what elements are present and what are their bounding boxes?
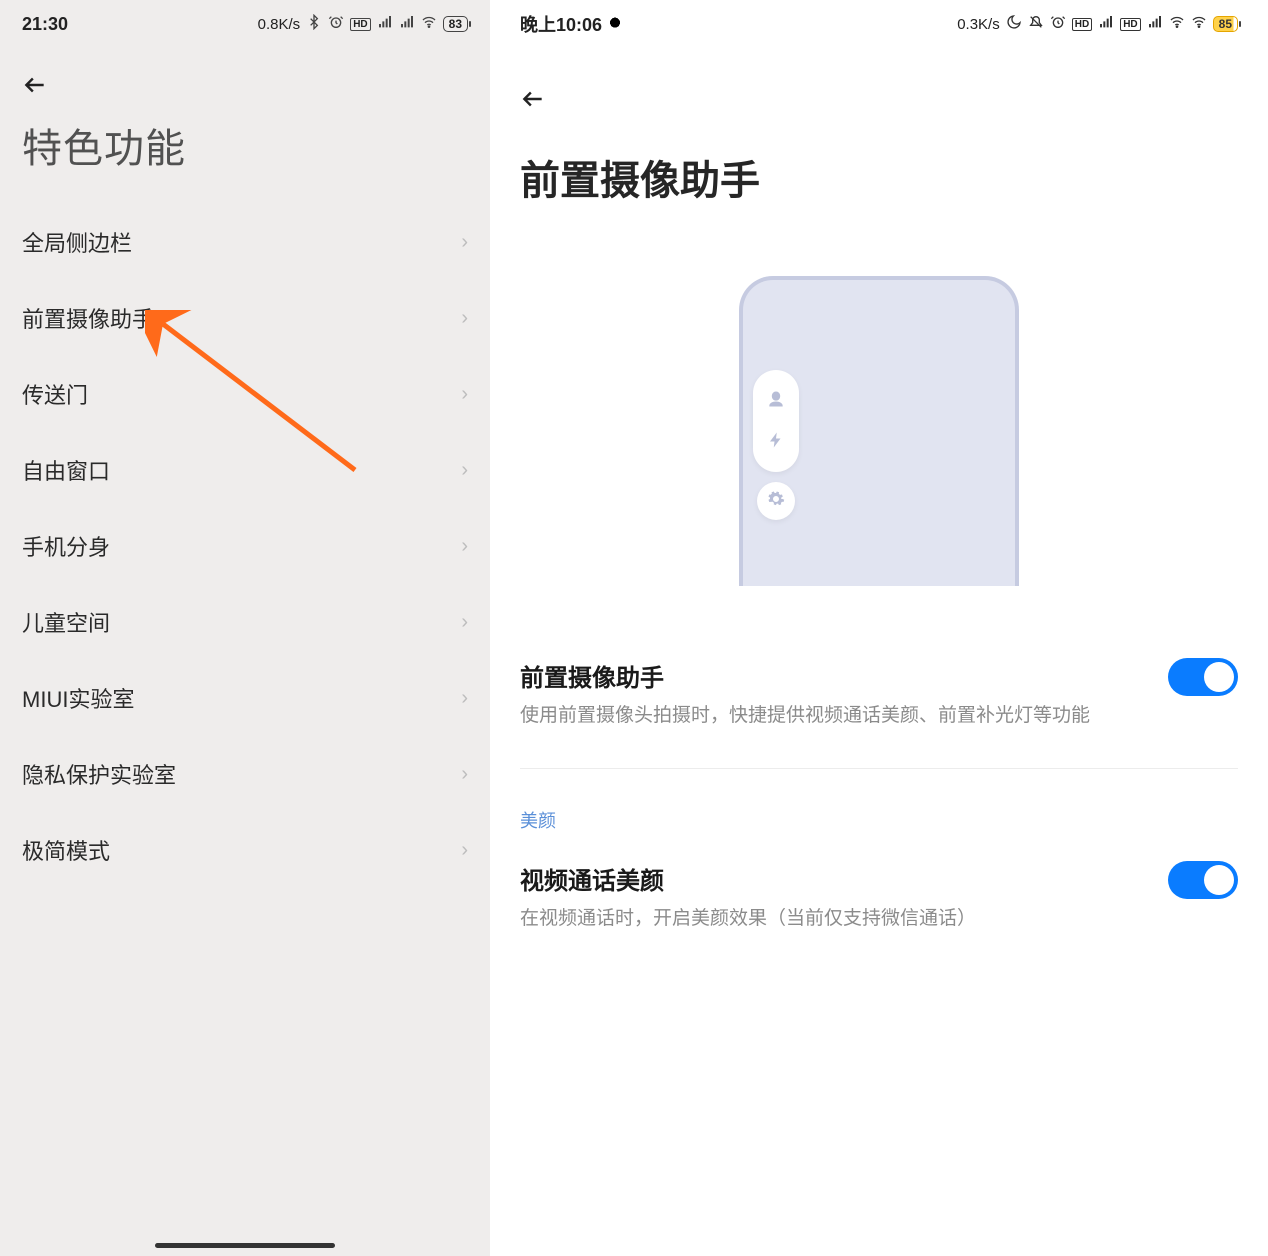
wifi-icon	[1169, 14, 1185, 34]
bluetooth-icon	[306, 14, 322, 34]
gear-icon	[767, 490, 785, 513]
status-net-speed: 0.3K/s	[957, 16, 1000, 33]
list-item-label: 全局侧边栏	[22, 226, 132, 258]
chevron-right-icon: ›	[461, 763, 468, 786]
chevron-right-icon: ›	[461, 307, 468, 330]
list-item-free-window[interactable]: 自由窗口 ›	[22, 432, 468, 508]
screenshot-right: 晚上10:06 0.3K/s HD HD	[490, 0, 1268, 1256]
toggle-description: 在视频通话时，开启美颜效果（当前仅支持微信通话）	[520, 904, 976, 933]
settings-list: 全局侧边栏 › 前置摄像助手 › 传送门 › 自由窗口 › 手机分身 › 儿童空…	[0, 204, 490, 888]
chevron-right-icon: ›	[461, 611, 468, 634]
section-label-beauty: 美颜	[490, 781, 1268, 839]
divider	[520, 768, 1238, 769]
status-net-speed: 0.8K/s	[258, 16, 301, 33]
chevron-right-icon: ›	[461, 687, 468, 710]
hd-icon: HD	[1072, 18, 1092, 31]
signal-icon	[1098, 14, 1114, 34]
status-time: 21:30	[22, 14, 68, 35]
list-item-portal[interactable]: 传送门 ›	[22, 356, 468, 432]
list-item-label: 手机分身	[22, 530, 110, 562]
toggle-title: 前置摄像助手	[520, 658, 1090, 693]
face-icon	[766, 389, 786, 414]
phone-illustration	[490, 236, 1268, 636]
page-title: 前置摄像助手	[490, 124, 1268, 236]
signal-icon-2	[399, 14, 415, 34]
toggle-front-camera-assistant: 前置摄像助手 使用前置摄像头拍摄时，快捷提供视频通话美颜、前置补光灯等功能	[520, 636, 1238, 756]
chevron-right-icon: ›	[461, 839, 468, 862]
list-item-label: 极简模式	[22, 834, 110, 866]
chevron-right-icon: ›	[461, 383, 468, 406]
list-item-label: 儿童空间	[22, 606, 110, 638]
status-bar: 晚上10:06 0.3K/s HD HD	[490, 0, 1268, 48]
status-time: 晚上10:06	[520, 11, 602, 37]
alarm-icon	[1050, 14, 1066, 34]
list-item-miui-lab[interactable]: MIUI实验室 ›	[22, 660, 468, 736]
chevron-right-icon: ›	[461, 459, 468, 482]
list-item-privacy-lab[interactable]: 隐私保护实验室 ›	[22, 736, 468, 812]
list-item-kids-space[interactable]: 儿童空间 ›	[22, 584, 468, 660]
battery-indicator: 85	[1213, 16, 1238, 32]
screenshot-left: 21:30 0.8K/s HD 83 特色功	[0, 0, 490, 1256]
hd-icon: HD	[350, 18, 370, 31]
list-item-label: 隐私保护实验室	[22, 758, 176, 790]
list-item-label: 前置摄像助手	[22, 302, 154, 334]
alarm-icon	[328, 14, 344, 34]
wifi-icon	[421, 14, 437, 34]
back-button[interactable]	[520, 84, 550, 114]
toggle-video-call-beauty: 视频通话美颜 在视频通话时，开启美颜效果（当前仅支持微信通话）	[520, 839, 1238, 959]
list-item-label: 传送门	[22, 378, 88, 410]
status-bar: 21:30 0.8K/s HD 83	[0, 0, 490, 48]
chevron-right-icon: ›	[461, 535, 468, 558]
toggle-title: 视频通话美颜	[520, 861, 976, 896]
mute-icon	[1028, 14, 1044, 34]
home-indicator[interactable]	[155, 1243, 335, 1248]
signal-icon-2	[1147, 14, 1163, 34]
toggle-description: 使用前置摄像头拍摄时，快捷提供视频通话美颜、前置补光灯等功能	[520, 701, 1090, 730]
list-item-front-camera-assistant[interactable]: 前置摄像助手 ›	[22, 280, 468, 356]
list-item-label: 自由窗口	[22, 454, 110, 486]
back-button[interactable]	[22, 70, 52, 100]
hd-icon-2: HD	[1120, 18, 1140, 31]
flash-icon	[767, 431, 785, 454]
list-item-global-sidebar[interactable]: 全局侧边栏 ›	[22, 204, 468, 280]
signal-icon	[377, 14, 393, 34]
list-item-label: MIUI实验室	[22, 682, 134, 714]
qq-icon	[608, 17, 622, 31]
battery-indicator: 83	[443, 16, 468, 32]
page-title: 特色功能	[0, 106, 490, 204]
list-item-second-space[interactable]: 手机分身 ›	[22, 508, 468, 584]
moon-icon	[1006, 14, 1022, 34]
list-item-simple-mode[interactable]: 极简模式 ›	[22, 812, 468, 888]
wifi-icon-2	[1191, 14, 1207, 34]
toggle-switch[interactable]	[1168, 658, 1238, 696]
chevron-right-icon: ›	[461, 231, 468, 254]
toggle-switch[interactable]	[1168, 861, 1238, 899]
